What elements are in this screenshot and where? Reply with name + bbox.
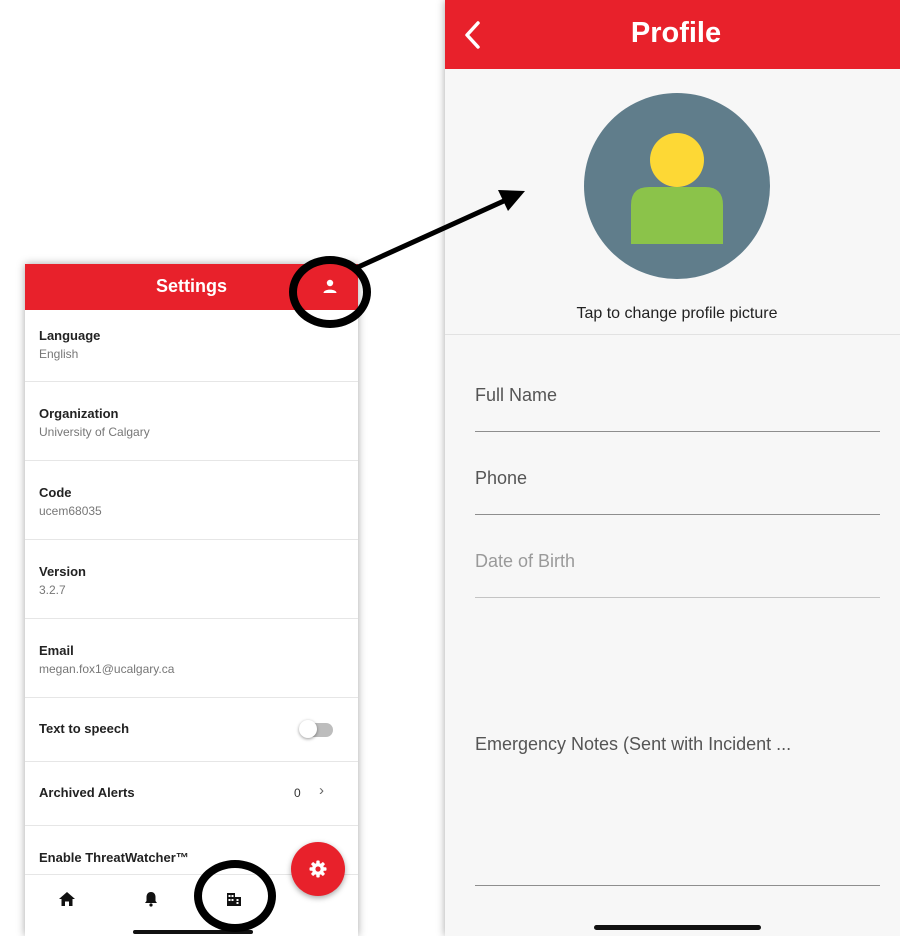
highlight-circle <box>194 860 276 932</box>
highlight-circle <box>289 256 371 328</box>
annotation-arrow <box>353 190 525 271</box>
